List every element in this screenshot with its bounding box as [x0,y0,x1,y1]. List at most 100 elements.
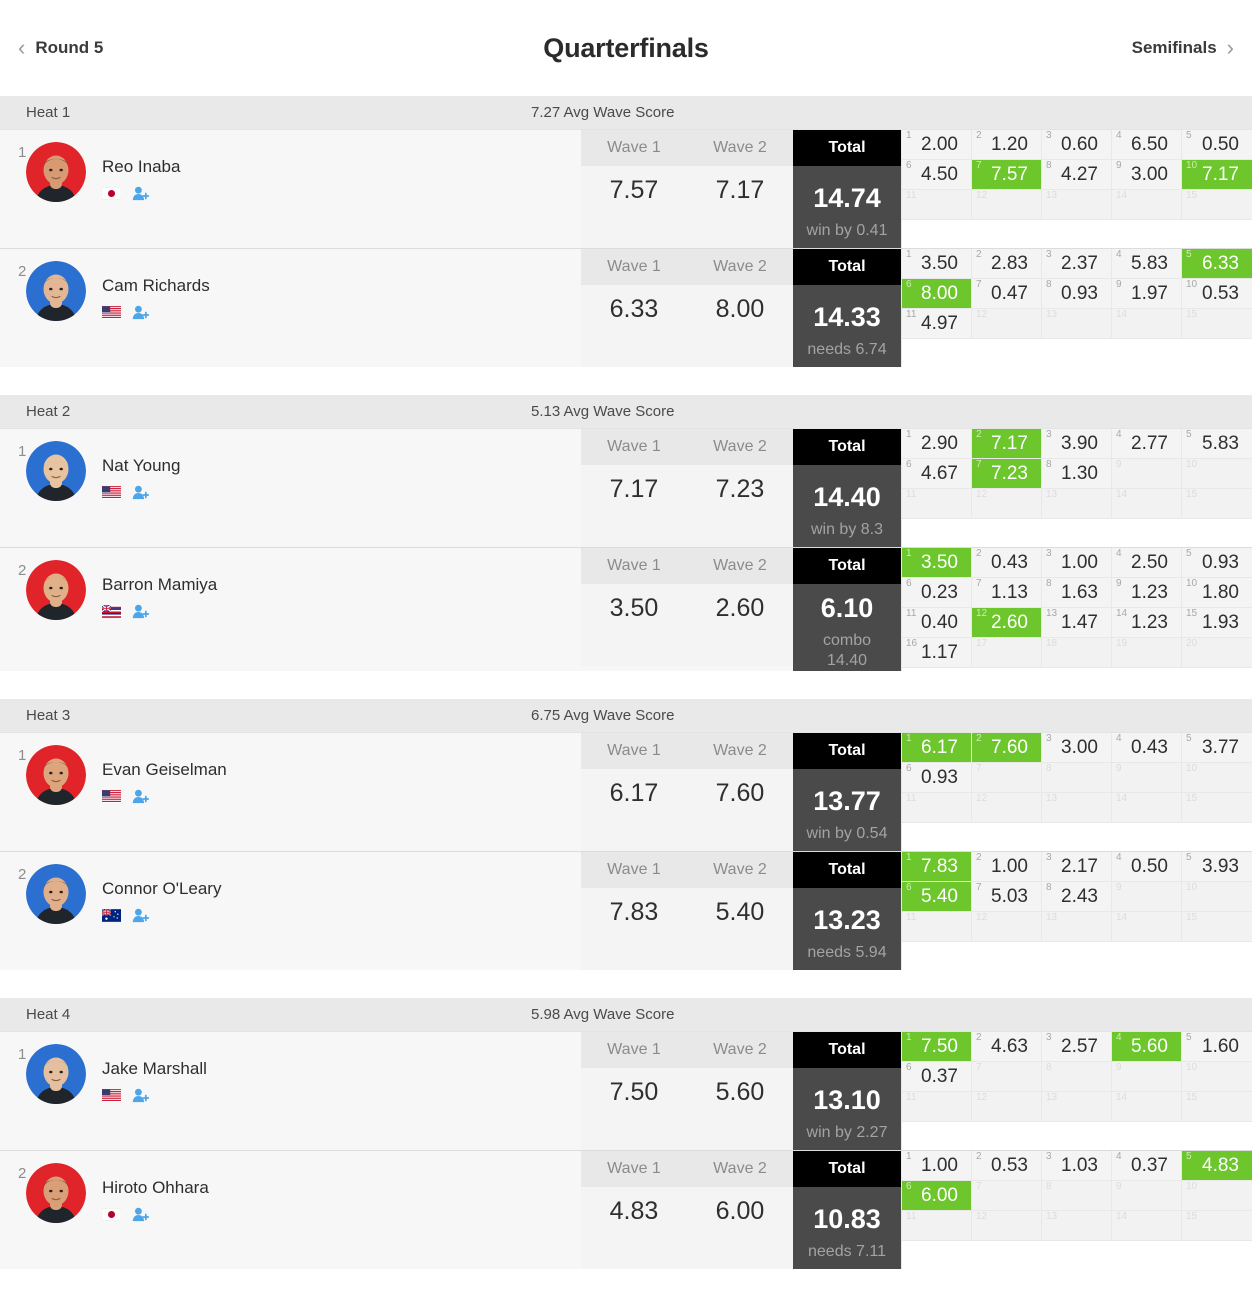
wave-score-cell[interactable]: 10 7.17 [1182,160,1252,190]
wave-score-cell[interactable]: 10 [1182,459,1252,489]
wave-score-cell[interactable]: 16 1.17 [902,638,972,668]
wave-score-cell[interactable]: 13 [1042,489,1112,519]
wave-score-cell[interactable]: 3 3.90 [1042,429,1112,459]
wave-score-cell[interactable]: 11 [902,489,972,519]
wave-score-cell[interactable]: 8 [1042,1062,1112,1092]
wave-score-cell[interactable]: 2 7.17 [972,429,1042,459]
athlete-identity[interactable]: 2 Hiroto Ohhara [0,1151,581,1269]
wave-score-cell[interactable]: 4 0.50 [1112,852,1182,882]
wave-score-cell[interactable]: 15 [1182,1211,1252,1241]
wave-score-cell[interactable]: 8 1.63 [1042,578,1112,608]
wave-score-cell[interactable]: 8 [1042,1181,1112,1211]
wave-score-cell[interactable]: 8 [1042,763,1112,793]
wave-score-cell[interactable]: 2 1.20 [972,130,1042,160]
wave-score-cell[interactable]: 1 2.00 [902,130,972,160]
add-person-icon[interactable] [132,186,149,201]
wave-score-cell[interactable]: 14 [1112,1092,1182,1122]
avatar[interactable] [26,560,86,620]
wave-score-cell[interactable]: 1 7.83 [902,852,972,882]
wave-score-cell[interactable]: 13 [1042,1211,1112,1241]
athlete-identity[interactable]: 2 Cam Richards [0,249,581,367]
athlete-name[interactable]: Hiroto Ohhara [102,1178,209,1198]
wave-score-cell[interactable]: 19 [1112,638,1182,668]
wave-score-cell[interactable]: 13 [1042,309,1112,339]
next-round-button[interactable]: Semifinals › [1132,37,1234,59]
wave-score-cell[interactable]: 3 2.17 [1042,852,1112,882]
wave-score-cell[interactable]: 6 4.50 [902,160,972,190]
wave-score-cell[interactable]: 11 [902,912,972,942]
wave-score-cell[interactable]: 20 [1182,638,1252,668]
wave-score-cell[interactable]: 18 [1042,638,1112,668]
wave-score-cell[interactable]: 15 [1182,309,1252,339]
add-person-icon[interactable] [132,908,149,923]
wave-score-cell[interactable]: 4 0.43 [1112,733,1182,763]
wave-score-cell[interactable]: 13 [1042,1092,1112,1122]
wave-score-cell[interactable]: 10 [1182,763,1252,793]
add-person-icon[interactable] [132,604,149,619]
wave-score-cell[interactable]: 3 1.03 [1042,1151,1112,1181]
wave-score-cell[interactable]: 11 [902,1092,972,1122]
wave-score-cell[interactable]: 9 1.97 [1112,279,1182,309]
wave-score-cell[interactable]: 10 [1182,1062,1252,1092]
wave-score-cell[interactable]: 9 [1112,1181,1182,1211]
wave-score-cell[interactable]: 1 3.50 [902,249,972,279]
avatar[interactable] [26,864,86,924]
wave-score-cell[interactable]: 5 3.77 [1182,733,1252,763]
wave-score-cell[interactable]: 5 4.83 [1182,1151,1252,1181]
prev-round-button[interactable]: ‹ Round 5 [18,37,103,59]
add-person-icon[interactable] [132,485,149,500]
avatar[interactable] [26,441,86,501]
wave-score-cell[interactable]: 9 [1112,1062,1182,1092]
wave-score-cell[interactable]: 4 0.37 [1112,1151,1182,1181]
wave-score-cell[interactable]: 15 [1182,912,1252,942]
wave-score-cell[interactable]: 13 [1042,793,1112,823]
wave-score-cell[interactable]: 4 2.50 [1112,548,1182,578]
athlete-identity[interactable]: 1 Nat Young [0,429,581,547]
athlete-identity[interactable]: 1 Reo Inaba [0,130,581,248]
wave-score-cell[interactable]: 14 [1112,793,1182,823]
wave-score-cell[interactable]: 12 [972,489,1042,519]
wave-score-cell[interactable]: 12 [972,1211,1042,1241]
wave-score-cell[interactable]: 1 6.17 [902,733,972,763]
wave-score-cell[interactable]: 9 [1112,763,1182,793]
wave-score-cell[interactable]: 3 1.00 [1042,548,1112,578]
wave-score-cell[interactable]: 7 1.13 [972,578,1042,608]
athlete-row[interactable]: 1 Evan Geiselman Wave 1 6.17 Wave 2 7.60 Total… [0,732,1252,851]
wave-score-cell[interactable]: 9 1.23 [1112,578,1182,608]
wave-score-cell[interactable]: 11 [902,190,972,220]
add-person-icon[interactable] [132,305,149,320]
wave-score-cell[interactable]: 4 2.77 [1112,429,1182,459]
wave-score-cell[interactable]: 5 6.33 [1182,249,1252,279]
wave-score-cell[interactable]: 13 [1042,190,1112,220]
wave-score-cell[interactable]: 15 [1182,1092,1252,1122]
wave-score-cell[interactable]: 15 [1182,190,1252,220]
wave-score-cell[interactable]: 2 0.53 [972,1151,1042,1181]
wave-score-cell[interactable]: 14 [1112,190,1182,220]
wave-score-cell[interactable]: 12 [972,190,1042,220]
wave-score-cell[interactable]: 15 1.93 [1182,608,1252,638]
athlete-row[interactable]: 1 Reo Inaba Wave 1 7.57 Wave 2 7.17 Total 14.74… [0,129,1252,248]
wave-score-cell[interactable]: 12 2.60 [972,608,1042,638]
wave-score-cell[interactable]: 5 0.50 [1182,130,1252,160]
avatar[interactable] [26,1044,86,1104]
wave-score-cell[interactable]: 12 [972,912,1042,942]
athlete-name[interactable]: Barron Mamiya [102,575,217,595]
avatar[interactable] [26,142,86,202]
wave-score-cell[interactable]: 1 3.50 [902,548,972,578]
wave-score-cell[interactable]: 12 [972,793,1042,823]
athlete-name[interactable]: Connor O'Leary [102,879,221,899]
wave-score-cell[interactable]: 5 0.93 [1182,548,1252,578]
athlete-row[interactable]: 2 Cam Richards Wave 1 6.33 Wave 2 8.00 Total 14… [0,248,1252,367]
wave-score-cell[interactable]: 10 0.53 [1182,279,1252,309]
athlete-name[interactable]: Evan Geiselman [102,760,227,780]
wave-score-cell[interactable]: 6 5.40 [902,882,972,912]
wave-score-cell[interactable]: 10 [1182,882,1252,912]
wave-score-cell[interactable]: 5 1.60 [1182,1032,1252,1062]
add-person-icon[interactable] [132,1207,149,1222]
wave-score-cell[interactable]: 6 8.00 [902,279,972,309]
wave-score-cell[interactable]: 13 1.47 [1042,608,1112,638]
athlete-name[interactable]: Reo Inaba [102,157,180,177]
wave-score-cell[interactable]: 12 [972,1092,1042,1122]
wave-score-cell[interactable]: 4 5.60 [1112,1032,1182,1062]
athlete-row[interactable]: 1 Jake Marshall Wave 1 7.50 Wave 2 5.60 Total 1… [0,1031,1252,1150]
